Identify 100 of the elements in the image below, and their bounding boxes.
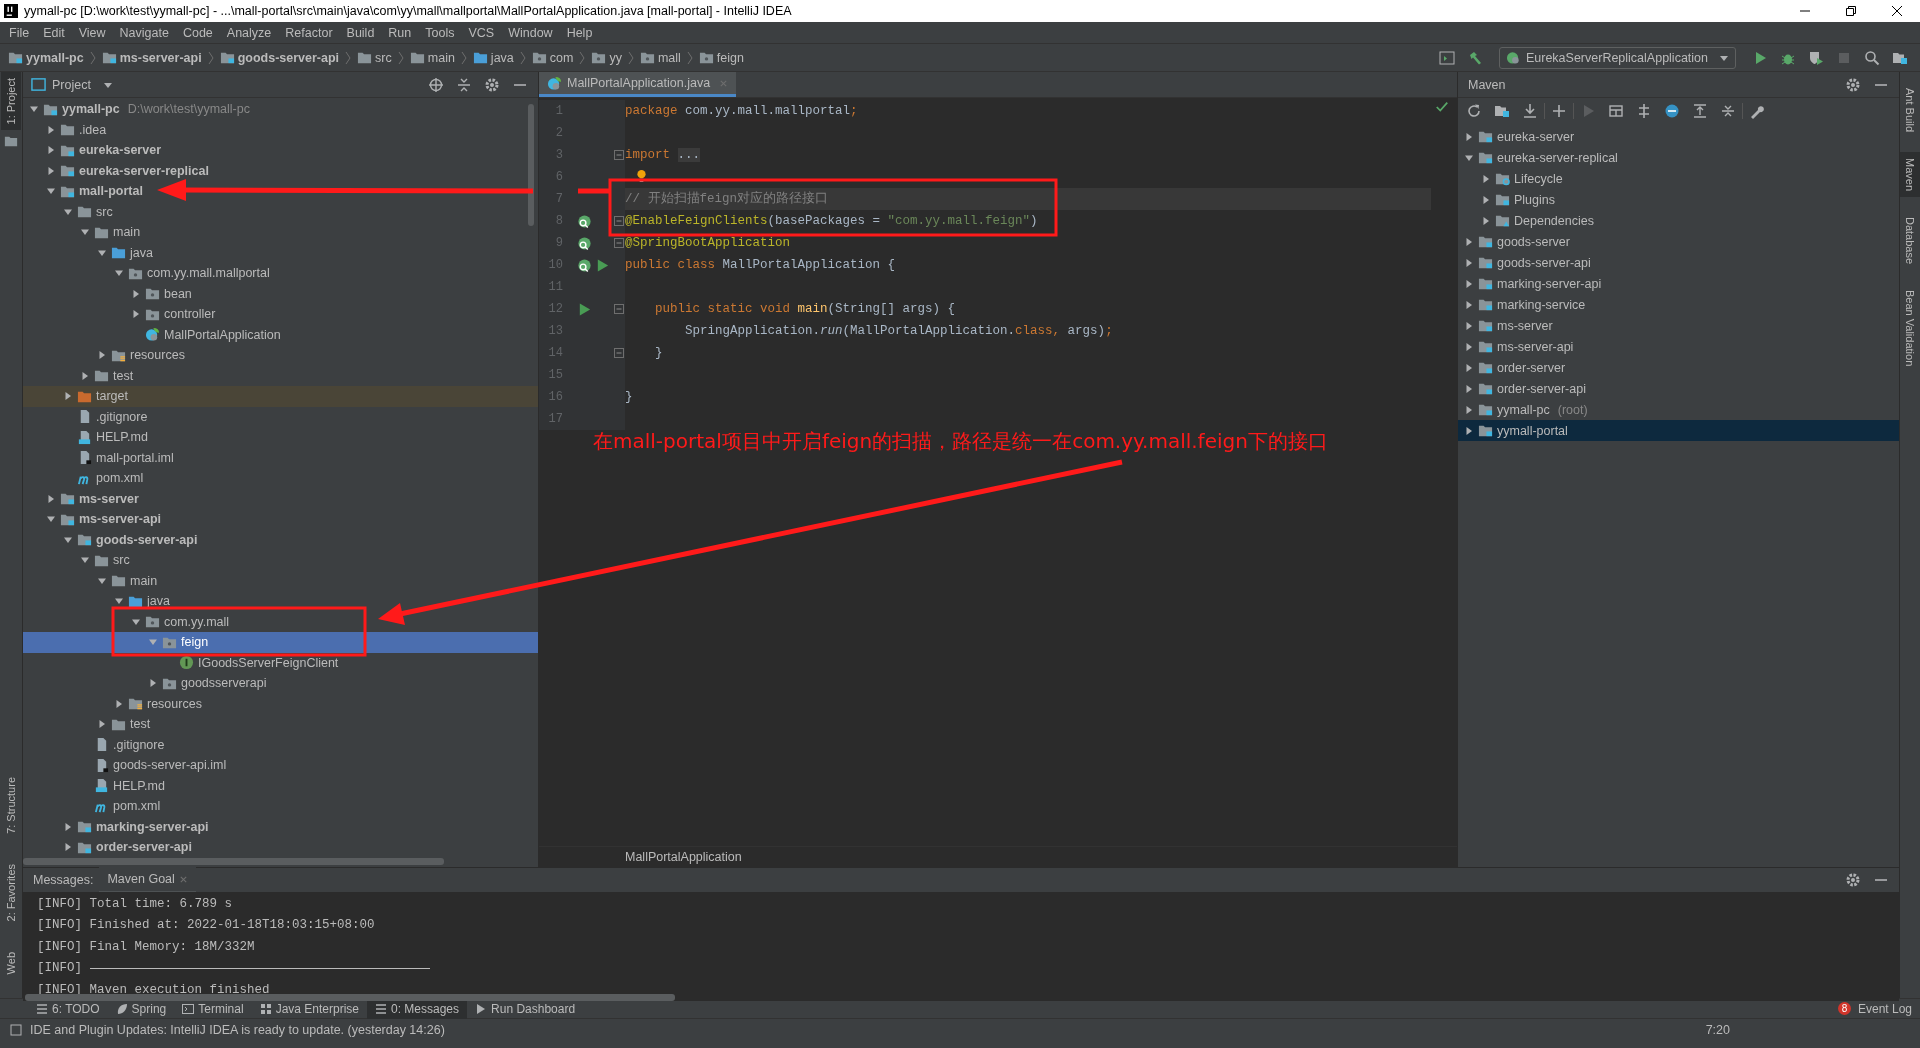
grid-icon[interactable] xyxy=(1608,103,1624,119)
menu-item[interactable]: Analyze xyxy=(219,21,279,44)
collapsed-arrow-icon[interactable] xyxy=(1464,131,1474,142)
tree-item[interactable]: java xyxy=(23,591,538,612)
shield-icon[interactable] xyxy=(1808,49,1824,66)
tree-item[interactable]: goods-server xyxy=(1458,231,1899,252)
collapsed-arrow-icon[interactable] xyxy=(63,391,73,402)
collapsed-arrow-icon[interactable] xyxy=(1464,425,1474,436)
collapsed-arrow-icon[interactable] xyxy=(97,350,107,361)
breadcrumb-item[interactable]: java xyxy=(470,50,516,65)
folder-icon[interactable] xyxy=(1494,103,1510,119)
tree-item[interactable]: .gitignore xyxy=(23,734,538,755)
download-icon[interactable] xyxy=(1522,103,1538,119)
tool-window-button[interactable]: Maven xyxy=(1900,152,1920,198)
collapsed-arrow-icon[interactable] xyxy=(1481,194,1491,205)
menu-item[interactable]: Refactor xyxy=(278,21,340,44)
settings-icon[interactable] xyxy=(1845,76,1861,93)
tree-item[interactable]: test xyxy=(23,365,538,386)
tree-item[interactable]: marking-server-api xyxy=(23,816,538,837)
tree-item[interactable]: controller xyxy=(23,304,538,325)
search-icon[interactable] xyxy=(1864,49,1880,66)
spring-bean-icon[interactable] xyxy=(577,235,592,251)
collapsed-arrow-icon[interactable] xyxy=(46,165,56,176)
tree-item[interactable]: eureka-server-replical xyxy=(1458,147,1899,168)
plus-icon[interactable] xyxy=(1551,103,1567,119)
breadcrumb-item[interactable]: ms-server-api xyxy=(99,50,204,65)
tree-item[interactable]: mall-portal xyxy=(23,181,538,202)
tree-item[interactable]: yymall-pc D:\work\test\yymall-pc xyxy=(23,99,538,120)
reload-icon[interactable] xyxy=(1466,103,1482,119)
breadcrumb-item[interactable]: yy xyxy=(589,50,624,65)
menu-item[interactable]: Build xyxy=(339,21,382,44)
fold-marker-icon[interactable] xyxy=(614,150,624,160)
tree-item[interactable]: pom.xml xyxy=(23,796,538,817)
collapsed-arrow-icon[interactable] xyxy=(63,842,73,853)
tree-item[interactable]: goods-server-api xyxy=(23,529,538,550)
spring-bean-icon[interactable] xyxy=(577,213,592,229)
tree-item[interactable]: eureka-server xyxy=(23,140,538,161)
tree-item[interactable]: main xyxy=(23,222,538,243)
tool-window-button[interactable]: Web xyxy=(1,945,21,980)
run-configuration-dropdown[interactable]: EurekaServerReplicalApplication xyxy=(1498,46,1736,69)
menu-item[interactable]: Navigate xyxy=(112,21,176,44)
tree-item[interactable]: marking-service xyxy=(1458,294,1899,315)
tree-item[interactable]: com.yy.mall xyxy=(23,611,538,632)
collapse-icon[interactable] xyxy=(456,76,472,93)
tree-item[interactable]: HELP.md xyxy=(23,427,538,448)
menu-item[interactable]: Edit xyxy=(36,21,72,44)
tree-item[interactable]: yymall-pc (root) xyxy=(1458,399,1899,420)
tree-item[interactable]: mall-portal.iml xyxy=(23,447,538,468)
menu-item[interactable]: Run xyxy=(381,21,419,44)
tool-window-tab[interactable]: Java Enterprise xyxy=(251,998,367,1019)
scrollbar-thumb[interactable] xyxy=(25,993,675,1001)
menu-item[interactable]: Code xyxy=(175,21,220,44)
collapsed-arrow-icon[interactable] xyxy=(1464,236,1474,247)
tree-item[interactable]: order-server xyxy=(1458,357,1899,378)
wrench-icon[interactable] xyxy=(1749,103,1765,119)
tree-item[interactable]: Lifecycle xyxy=(1458,168,1899,189)
collapsed-arrow-icon[interactable] xyxy=(97,719,107,730)
tree-item[interactable]: goodsserverapi xyxy=(23,673,538,694)
tool-window-tab[interactable]: Spring xyxy=(107,998,175,1019)
collapsed-arrow-icon[interactable] xyxy=(131,309,141,320)
breadcrumb-item[interactable]: yymall-pc xyxy=(6,50,86,65)
collapsed-arrow-icon[interactable] xyxy=(1464,383,1474,394)
event-log-button[interactable]: 8 Event Log xyxy=(1829,998,1920,1019)
breadcrumb-item[interactable]: mall xyxy=(637,50,683,65)
breadcrumb-item[interactable]: feign xyxy=(696,50,746,65)
scrollbar-thumb[interactable] xyxy=(528,104,534,226)
menu-item[interactable]: View xyxy=(71,21,113,44)
tree-item[interactable]: ms-server-api xyxy=(1458,336,1899,357)
menu-item[interactable]: Window xyxy=(501,21,560,44)
fold-marker-icon[interactable] xyxy=(614,348,624,358)
expand-all-icon[interactable] xyxy=(1692,103,1708,119)
collapsed-arrow-icon[interactable] xyxy=(1464,320,1474,331)
tree-item[interactable]: goods-server-api xyxy=(1458,252,1899,273)
tree-item[interactable]: Dependencies xyxy=(1458,210,1899,231)
crosshair-icon[interactable] xyxy=(428,76,444,93)
tree-item[interactable]: com.yy.mall.mallportal xyxy=(23,263,538,284)
collapsed-arrow-icon[interactable] xyxy=(63,821,73,832)
breadcrumb-item[interactable]: MallPortalApplication xyxy=(625,850,742,864)
tree-item[interactable]: order-server-api xyxy=(1458,378,1899,399)
tree-item[interactable]: IGoodsServerFeignClient xyxy=(23,652,538,673)
tree-item[interactable]: HELP.md xyxy=(23,775,538,796)
tree-item[interactable]: Plugins xyxy=(1458,189,1899,210)
tree-item[interactable]: pom.xml xyxy=(23,468,538,489)
tree-item[interactable]: goods-server-api.iml xyxy=(23,755,538,776)
caret-position[interactable]: 7:20 xyxy=(1705,1022,1730,1037)
tree-item[interactable]: yymall-portal xyxy=(1458,420,1899,441)
tree-item[interactable]: src xyxy=(23,550,538,571)
collapsed-arrow-icon[interactable] xyxy=(1464,362,1474,373)
tree-item[interactable]: .gitignore xyxy=(23,406,538,427)
tree-item[interactable]: target xyxy=(23,386,538,407)
collapsed-arrow-icon[interactable] xyxy=(1481,215,1491,226)
collapse-all-icon[interactable] xyxy=(1720,103,1736,119)
tree-item[interactable]: test xyxy=(23,714,538,735)
menu-item[interactable]: Tools xyxy=(418,21,462,44)
menu-item[interactable]: File xyxy=(2,21,37,44)
tree-item[interactable]: main xyxy=(23,570,538,591)
collapsed-arrow-icon[interactable] xyxy=(1464,404,1474,415)
tree-item[interactable]: ms-server-api xyxy=(23,509,538,530)
fold-marker-icon[interactable] xyxy=(614,238,624,248)
editor-tab[interactable]: MallPortalApplication.java xyxy=(539,72,737,97)
